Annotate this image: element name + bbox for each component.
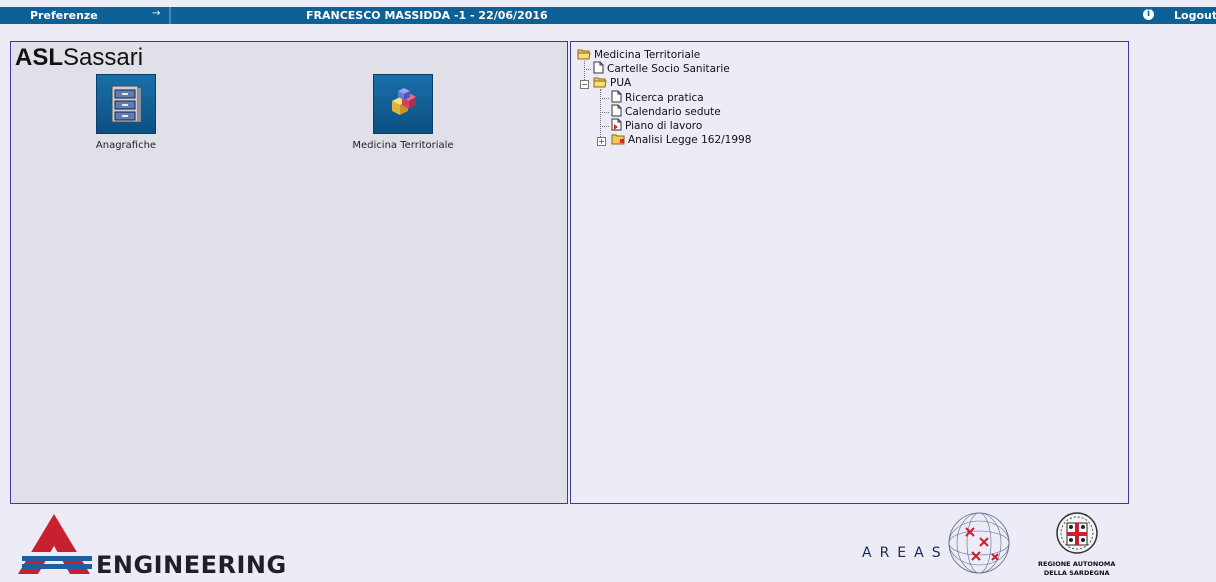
- expand-toggle[interactable]: +: [597, 137, 606, 146]
- tree-connector: [600, 89, 601, 141]
- cubes-icon[interactable]: [373, 74, 433, 134]
- tree-item-analisi-legge[interactable]: Analisi Legge 162/1998: [611, 133, 751, 147]
- tree-item-label[interactable]: Calendario sedute: [625, 106, 721, 118]
- areas-globe-icon: [944, 508, 1014, 582]
- info-icon[interactable]: i: [1143, 9, 1154, 20]
- engineering-logo-text: ENGINEERING: [96, 551, 287, 579]
- folder-icon: [611, 133, 625, 148]
- tree-item-cartelle[interactable]: Cartelle Socio Sanitarie: [593, 61, 730, 76]
- regione-sardegna-logo: REGIONE AUTONOMA DELLA SARDEGNA: [1038, 511, 1115, 577]
- collapse-toggle[interactable]: −: [580, 80, 589, 89]
- tree-item-ricerca-pratica[interactable]: Ricerca pratica: [611, 90, 704, 105]
- tree-item-label[interactable]: PUA: [610, 77, 631, 89]
- tree-connector: [600, 126, 609, 127]
- tree-item-calendario-sedute[interactable]: Calendario sedute: [611, 104, 721, 119]
- regione-text-line2: DELLA SARDEGNA: [1043, 569, 1110, 577]
- arrow-icon[interactable]: →: [152, 8, 160, 19]
- tree-item-label[interactable]: Piano di lavoro: [625, 120, 702, 132]
- applications-panel: ASLSassari Anagrafiche Medicina Territor…: [10, 41, 568, 504]
- logout-link[interactable]: Logout: [1174, 9, 1216, 22]
- tree-item-pua[interactable]: PUA: [593, 76, 631, 90]
- tree-item-label[interactable]: Cartelle Socio Sanitarie: [607, 63, 730, 75]
- tree-connector: [600, 98, 609, 99]
- tree-connector: [584, 69, 591, 70]
- regione-text-line1: REGIONE AUTONOMA: [1038, 560, 1116, 568]
- app-medicina-territoriale[interactable]: Medicina Territoriale: [323, 74, 483, 151]
- divider: [169, 7, 171, 24]
- areas-logo-text: AREAS: [862, 545, 949, 561]
- asl-sassari-logo: ASLSassari: [15, 44, 144, 71]
- filing-cabinet-icon[interactable]: [96, 74, 156, 134]
- tree-item-piano-di-lavoro[interactable]: Piano di lavoro: [611, 118, 702, 133]
- preferences-menu[interactable]: Preferenze: [30, 9, 98, 22]
- navigation-tree-panel: Medicina Territoriale Cartelle Socio San…: [570, 41, 1129, 504]
- tree-root[interactable]: Medicina Territoriale: [577, 48, 700, 62]
- top-bar: Preferenze → FRANCESCO MASSIDDA -1 - 22/…: [0, 7, 1216, 24]
- regione-crest-icon: [1055, 512, 1098, 554]
- app-anagrafiche[interactable]: Anagrafiche: [66, 74, 186, 151]
- app-label[interactable]: Anagrafiche: [66, 140, 186, 151]
- tree-root-label[interactable]: Medicina Territoriale: [594, 49, 700, 61]
- engineering-logo-mark: [14, 512, 94, 580]
- tree-item-label[interactable]: Analisi Legge 162/1998: [628, 134, 751, 146]
- tree-connector: [600, 112, 609, 113]
- app-label[interactable]: Medicina Territoriale: [323, 140, 483, 151]
- tree-item-label[interactable]: Ricerca pratica: [625, 92, 704, 104]
- user-session-info: FRANCESCO MASSIDDA -1 - 22/06/2016: [306, 9, 548, 22]
